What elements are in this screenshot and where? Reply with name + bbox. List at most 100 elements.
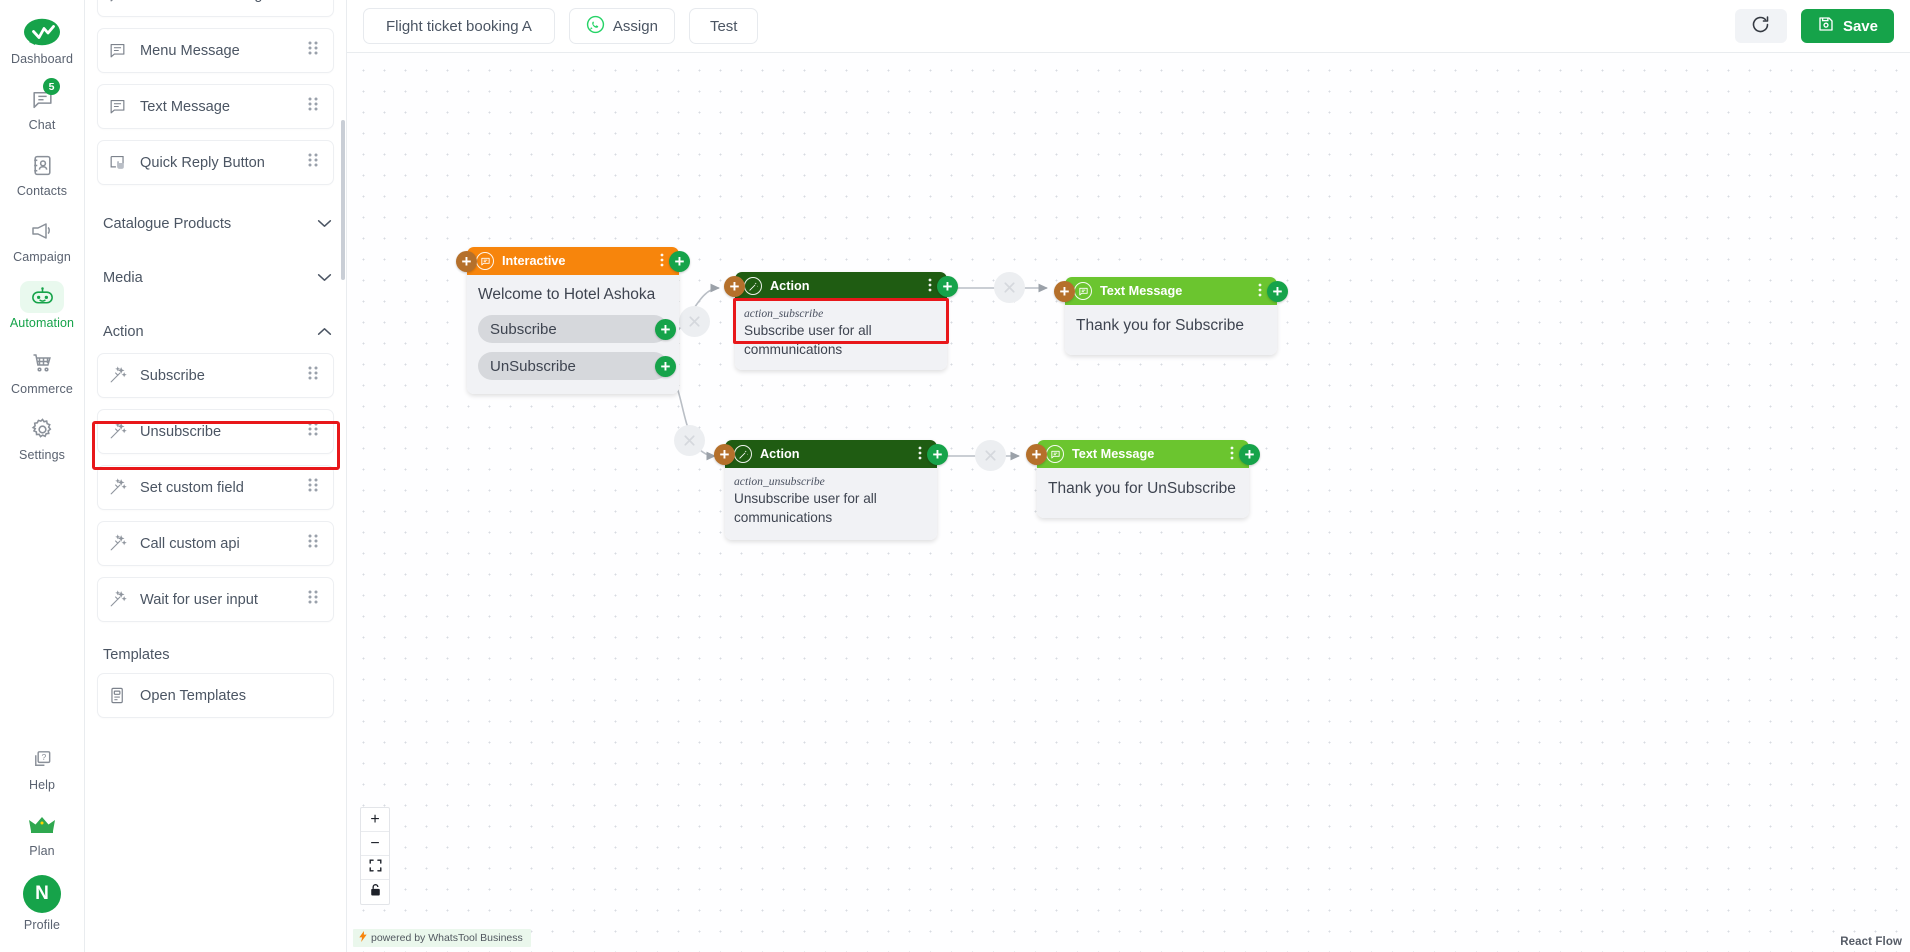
app-root: Dashboard 5 Chat Contacts Campaign Autom… <box>0 0 1910 952</box>
palette-card-menu-message[interactable]: Menu Message <box>97 28 334 73</box>
node-text-message-unsubscribe[interactable]: Text Message Thank you for UnSubscribe +… <box>1026 440 1260 518</box>
node-header[interactable]: Text Message <box>1037 440 1249 468</box>
node-input-handle[interactable]: + <box>724 276 745 297</box>
sidebar-label-dashboard: Dashboard <box>10 52 74 66</box>
drag-handle-icon[interactable] <box>307 0 323 6</box>
palette-card-text-message[interactable]: Text Message <box>97 84 334 129</box>
crown-icon <box>20 809 64 841</box>
refresh-button[interactable] <box>1734 9 1787 43</box>
node-choice-unsubscribe[interactable]: UnSubscribe + <box>478 352 676 380</box>
node-action-subscribe[interactable]: Action action_subscribe Subscribe user f… <box>724 272 958 370</box>
node-header[interactable]: Text Message <box>1065 277 1277 305</box>
palette-card-interactive-message[interactable]: Interactive Message <box>97 0 334 17</box>
whatsapp-icon <box>586 15 605 38</box>
palette-card-open-templates[interactable]: Open Templates <box>97 673 334 718</box>
drag-handle-icon[interactable] <box>307 476 323 499</box>
node-text-message-subscribe[interactable]: Text Message Thank you for Subscribe + + <box>1054 277 1288 355</box>
sidebar-item-contacts[interactable]: Contacts <box>5 142 79 202</box>
node-title: Action <box>760 447 800 461</box>
message-lines-icon <box>108 97 134 116</box>
node-title: Action <box>770 279 810 293</box>
message-lines-icon <box>476 252 494 270</box>
react-flow-attribution[interactable]: React Flow <box>1840 936 1902 948</box>
palette-scrollbar[interactable] <box>341 120 345 280</box>
node-header[interactable]: Interactive <box>467 247 679 275</box>
edge-delete-button[interactable] <box>674 425 705 456</box>
flow-name-button[interactable]: Flight ticket booking A <box>363 8 555 44</box>
node-choice-subscribe[interactable]: Subscribe + <box>478 315 676 343</box>
node-interactive[interactable]: Interactive Welcome to Hotel Ashoka Subs… <box>456 247 690 394</box>
svg-text:?: ? <box>42 751 47 761</box>
node-output-handle[interactable]: + <box>937 276 958 297</box>
palette-card-call-custom-api[interactable]: Call custom api <box>97 521 334 566</box>
node-action-unsubscribe[interactable]: Action action_unsubscribe Unsubscribe us… <box>714 440 948 540</box>
drag-handle-icon[interactable] <box>307 39 323 62</box>
sidebar-item-help[interactable]: ? Help <box>5 736 79 796</box>
node-header[interactable]: Action <box>725 440 937 468</box>
palette-label: Wait for user input <box>140 591 258 608</box>
palette-section-catalogue-products[interactable]: Catalogue Products <box>97 196 334 250</box>
drag-handle-icon[interactable] <box>307 532 323 555</box>
node-input-handle[interactable]: + <box>1026 444 1047 465</box>
sidebar-item-plan[interactable]: Plan <box>5 802 79 862</box>
choice-label: UnSubscribe <box>490 357 576 375</box>
fit-view-button[interactable] <box>361 856 389 880</box>
node-input-handle[interactable]: + <box>714 444 735 465</box>
palette-card-subscribe[interactable]: Subscribe <box>97 353 334 398</box>
cart-icon <box>20 347 64 379</box>
palette-card-unsubscribe[interactable]: Unsubscribe <box>97 409 334 454</box>
avatar[interactable]: N <box>23 875 61 913</box>
palette-scroll-area[interactable]: Interactive Message <box>97 0 334 718</box>
edge-delete-button[interactable] <box>679 306 710 337</box>
palette-section-label: Action <box>103 324 144 340</box>
wand-icon <box>108 590 134 609</box>
node-input-handle[interactable]: + <box>456 251 477 272</box>
choice-output-handle-subscribe[interactable]: + <box>655 319 676 340</box>
node-output-handle[interactable]: + <box>1267 281 1288 302</box>
sidebar-item-settings[interactable]: Settings <box>5 406 79 466</box>
sidebar-item-dashboard[interactable]: Dashboard <box>5 10 79 70</box>
palette-card-quick-reply-button[interactable]: Quick Reply Button <box>97 140 334 185</box>
sidebar-label-plan: Plan <box>29 844 55 858</box>
palette-section-media[interactable]: Media <box>97 250 334 304</box>
wand-icon <box>108 478 134 497</box>
drag-handle-icon[interactable] <box>307 420 323 443</box>
test-button[interactable]: Test <box>688 8 759 44</box>
drag-handle-icon[interactable] <box>307 588 323 611</box>
lock-button[interactable] <box>361 880 389 904</box>
choice-output-handle-unsubscribe[interactable]: + <box>655 356 676 377</box>
template-icon <box>108 686 134 705</box>
message-lines-icon <box>1046 445 1064 463</box>
edge-delete-button[interactable] <box>994 272 1025 303</box>
zoom-out-button[interactable]: − <box>361 832 389 856</box>
node-input-handle[interactable]: + <box>1054 281 1075 302</box>
node-output-handle[interactable]: + <box>1239 444 1260 465</box>
rail-bottom-group: ? Help Plan N Profile <box>0 736 84 952</box>
edge-delete-button[interactable] <box>975 440 1006 471</box>
save-button[interactable]: Save <box>1800 9 1894 43</box>
sidebar-label-profile: Profile <box>23 918 61 932</box>
node-header[interactable]: Action <box>735 272 947 300</box>
flow-canvas[interactable]: Interactive Welcome to Hotel Ashoka Subs… <box>347 53 1910 952</box>
palette-section-action[interactable]: Action <box>97 304 334 353</box>
sidebar-item-commerce[interactable]: Commerce <box>5 340 79 400</box>
drag-handle-icon[interactable] <box>307 151 323 174</box>
node-action-key: action_subscribe <box>744 307 824 320</box>
minus-icon: − <box>370 834 380 852</box>
sidebar-item-campaign[interactable]: Campaign <box>5 208 79 268</box>
sidebar-item-profile[interactable]: N Profile <box>5 868 79 936</box>
drag-handle-icon[interactable] <box>307 364 323 387</box>
palette-card-wait-for-user-input[interactable]: Wait for user input <box>97 577 334 622</box>
main-area: Flight ticket booking A Assign Test Save… <box>347 0 1910 952</box>
drag-handle-icon[interactable] <box>307 95 323 118</box>
assign-button[interactable]: Assign <box>568 8 675 44</box>
zoom-in-button[interactable]: + <box>361 808 389 832</box>
sidebar-label-automation: Automation <box>9 316 75 330</box>
message-lines-icon <box>108 0 134 4</box>
block-palette-panel: Interactive Message <box>85 0 347 952</box>
node-output-handle[interactable]: + <box>927 444 948 465</box>
node-output-handle[interactable]: + <box>669 251 690 272</box>
sidebar-item-chat[interactable]: 5 Chat <box>5 76 79 136</box>
palette-card-set-custom-field[interactable]: Set custom field <box>97 465 334 510</box>
sidebar-item-automation[interactable]: Automation <box>5 274 79 334</box>
